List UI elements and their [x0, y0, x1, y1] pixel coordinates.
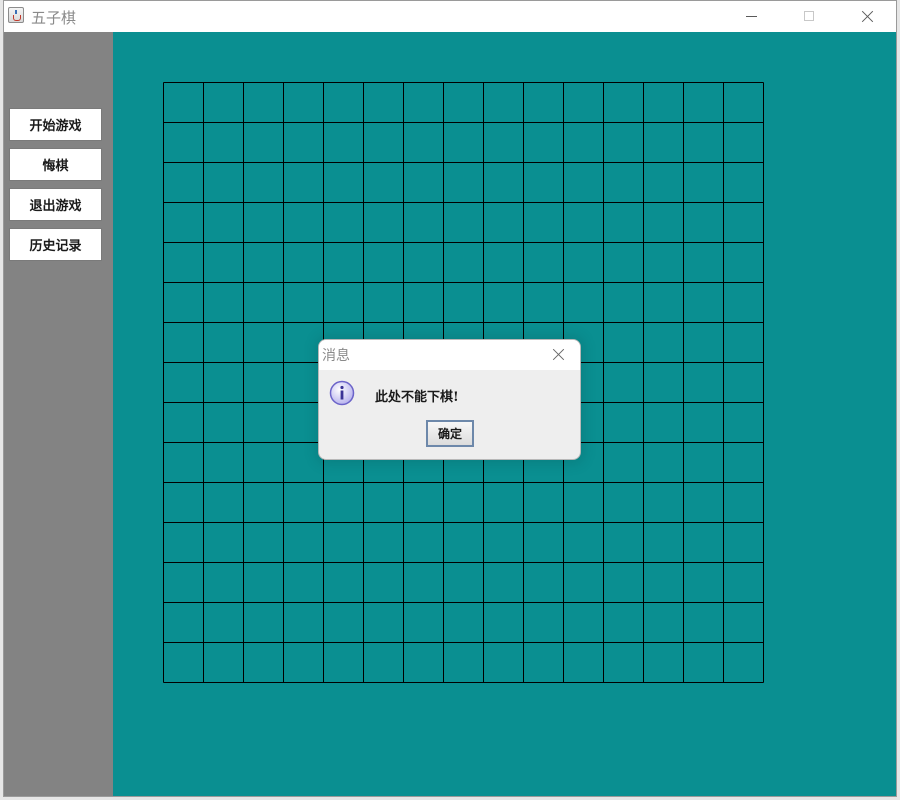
minimize-button[interactable] — [722, 1, 780, 32]
close-window-button[interactable] — [838, 1, 896, 32]
dialog-close-icon[interactable] — [549, 346, 569, 364]
start-game-button[interactable]: 开始游戏 — [9, 108, 102, 141]
undo-move-button[interactable]: 悔棋 — [9, 148, 102, 181]
window-title: 五子棋 — [31, 9, 77, 27]
exit-game-button[interactable]: 退出游戏 — [9, 188, 102, 221]
dialog-title: 消息 — [322, 348, 350, 364]
ok-button[interactable]: 确定 — [426, 420, 474, 447]
dialog-message: 此处不能下棋! — [375, 390, 459, 405]
maximize-button[interactable] — [780, 1, 838, 32]
dialog-title-bar[interactable]: 消息 — [319, 340, 580, 370]
history-button[interactable]: 历史记录 — [9, 228, 102, 261]
info-icon — [329, 380, 355, 406]
title-bar[interactable]: 五子棋 — [4, 1, 896, 32]
java-app-icon — [8, 7, 24, 23]
message-dialog: 消息 此处不能下棋! 确定 — [318, 339, 581, 460]
sidebar: 开始游戏 悔棋 退出游戏 历史记录 — [4, 32, 113, 796]
